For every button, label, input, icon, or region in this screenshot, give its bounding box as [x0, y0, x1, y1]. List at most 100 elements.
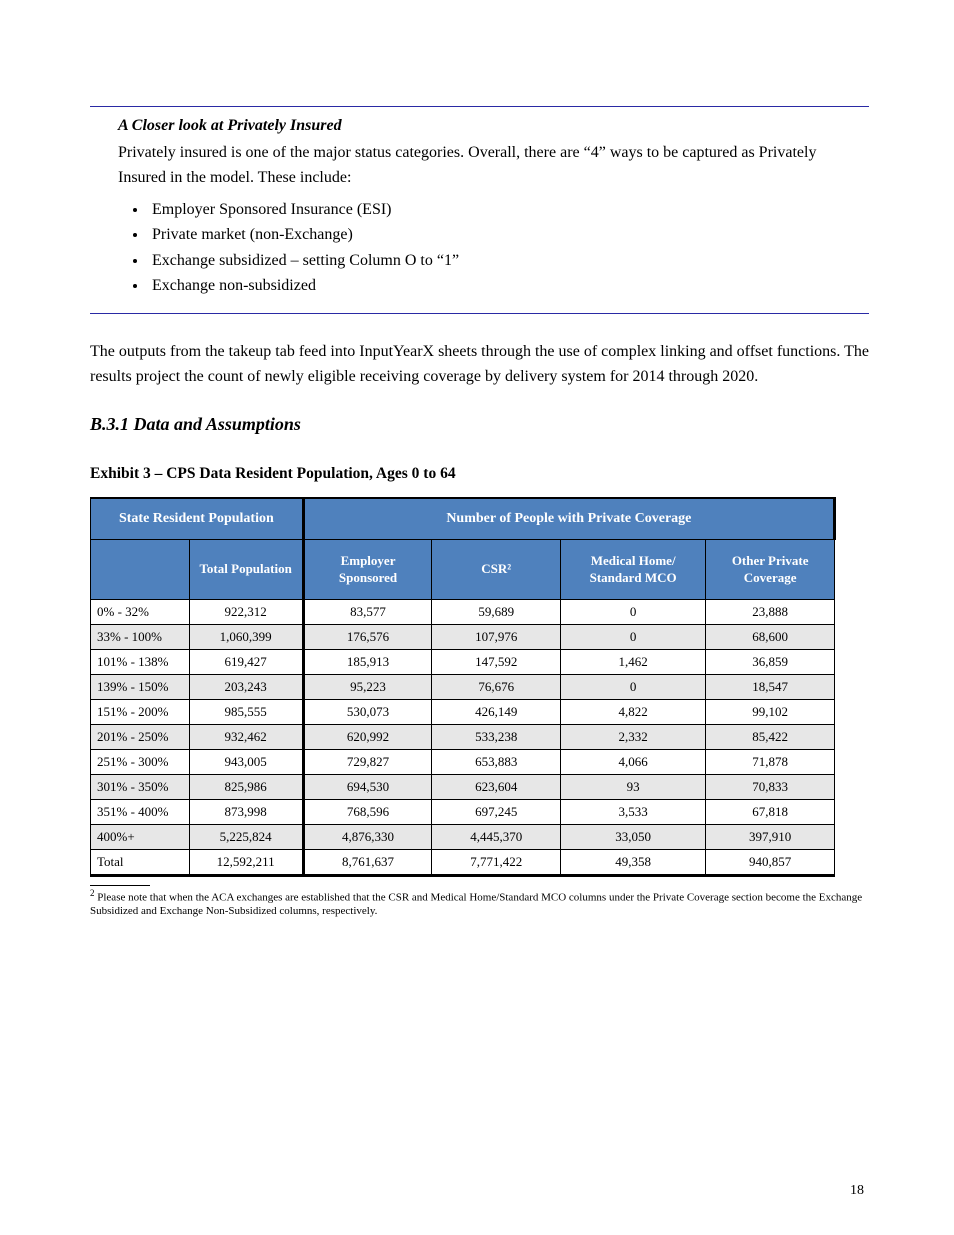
- cell: 7,771,422: [432, 850, 561, 876]
- callout-bullet: Employer Sponsored Insurance (ESI): [148, 197, 841, 223]
- row-label: 101% - 138%: [91, 650, 190, 675]
- cell: 0: [561, 675, 706, 700]
- cell: 697,245: [432, 800, 561, 825]
- table-sub-header: CSR²: [432, 540, 561, 600]
- cell: 71,878: [706, 750, 835, 775]
- cell: 49,358: [561, 850, 706, 876]
- table-row: 301% - 350%825,986694,530623,6049370,833: [91, 775, 835, 800]
- cell: 694,530: [303, 775, 432, 800]
- cell: 107,976: [432, 625, 561, 650]
- cell: 768,596: [303, 800, 432, 825]
- cell: 533,238: [432, 725, 561, 750]
- row-label: 351% - 400%: [91, 800, 190, 825]
- cell: 2,332: [561, 725, 706, 750]
- row-label: 201% - 250%: [91, 725, 190, 750]
- table-row: 151% - 200%985,555530,073426,1494,82299,…: [91, 700, 835, 725]
- callout-box: A Closer look at Privately Insured Priva…: [90, 106, 869, 314]
- cell: 93: [561, 775, 706, 800]
- cell: 36,859: [706, 650, 835, 675]
- table-row: 400%+5,225,8244,876,3304,445,37033,05039…: [91, 825, 835, 850]
- cell: 76,676: [432, 675, 561, 700]
- section-heading: B.3.1 Data and Assumptions: [90, 414, 869, 435]
- callout-bullet: Exchange non-subsidized: [148, 273, 841, 299]
- callout-body: Privately insured is one of the major st…: [118, 141, 841, 191]
- cell: 873,998: [189, 800, 303, 825]
- cell: 85,422: [706, 725, 835, 750]
- cell: 70,833: [706, 775, 835, 800]
- cell: 653,883: [432, 750, 561, 775]
- cell: 4,822: [561, 700, 706, 725]
- table-row: 33% - 100%1,060,399176,576107,976068,600: [91, 625, 835, 650]
- row-label: 33% - 100%: [91, 625, 190, 650]
- table-row: 0% - 32%922,31283,57759,689023,888: [91, 600, 835, 625]
- table-sub-header: Total Population: [189, 540, 303, 600]
- cell: 1,060,399: [189, 625, 303, 650]
- table-row: 139% - 150%203,24395,22376,676018,547: [91, 675, 835, 700]
- row-label: 151% - 200%: [91, 700, 190, 725]
- cell: 5,225,824: [189, 825, 303, 850]
- table-row: 351% - 400%873,998768,596697,2453,53367,…: [91, 800, 835, 825]
- footnote-marker: 2: [90, 888, 95, 898]
- row-label: 0% - 32%: [91, 600, 190, 625]
- cell: 176,576: [303, 625, 432, 650]
- row-label: 251% - 300%: [91, 750, 190, 775]
- table-sub-header: Medical Home/ Standard MCO: [561, 540, 706, 600]
- exhibit-heading: Exhibit 3 – CPS Data Resident Population…: [90, 465, 869, 483]
- row-label: Total: [91, 850, 190, 876]
- cell: 95,223: [303, 675, 432, 700]
- cell: 12,592,211: [189, 850, 303, 876]
- cell: 426,149: [432, 700, 561, 725]
- cell: 623,604: [432, 775, 561, 800]
- cell: 99,102: [706, 700, 835, 725]
- callout-list: Employer Sponsored Insurance (ESI) Priva…: [148, 197, 841, 299]
- callout-body-count: 4: [591, 144, 599, 161]
- callout-title: A Closer look at Privately Insured: [118, 117, 841, 135]
- table-sub-header: [91, 540, 190, 600]
- cell: 0: [561, 600, 706, 625]
- cell: 147,592: [432, 650, 561, 675]
- cell: 922,312: [189, 600, 303, 625]
- cell: 0: [561, 625, 706, 650]
- row-label: 139% - 150%: [91, 675, 190, 700]
- exhibit-table: State Resident Population Number of Peop…: [90, 497, 836, 878]
- table-sub-header: Other Private Coverage: [706, 540, 835, 600]
- row-label: 301% - 350%: [91, 775, 190, 800]
- cell: 397,910: [706, 825, 835, 850]
- cell: 4,876,330: [303, 825, 432, 850]
- cell: 530,073: [303, 700, 432, 725]
- cell: 185,913: [303, 650, 432, 675]
- cell: 4,066: [561, 750, 706, 775]
- callout-body-pre: Privately insured is one of the major st…: [118, 144, 584, 161]
- cell: 1,462: [561, 650, 706, 675]
- cell: 4,445,370: [432, 825, 561, 850]
- cell: 23,888: [706, 600, 835, 625]
- exhibit-table-body: 0% - 32%922,31283,57759,689023,88833% - …: [91, 600, 835, 876]
- cell: 203,243: [189, 675, 303, 700]
- cell: 619,427: [189, 650, 303, 675]
- cell: 943,005: [189, 750, 303, 775]
- cell: 83,577: [303, 600, 432, 625]
- callout-bullet: Private market (non-Exchange): [148, 222, 841, 248]
- table-row: 101% - 138%619,427185,913147,5921,46236,…: [91, 650, 835, 675]
- footnote-rule: [90, 885, 150, 886]
- callout-bullet: Exchange subsidized – setting Column O t…: [148, 248, 841, 274]
- cell: 18,547: [706, 675, 835, 700]
- cell: 620,992: [303, 725, 432, 750]
- cell: 59,689: [432, 600, 561, 625]
- table-sub-header: Employer Sponsored: [303, 540, 432, 600]
- cell: 729,827: [303, 750, 432, 775]
- intro-paragraph: The outputs from the takeup tab feed int…: [90, 340, 869, 390]
- cell: 67,818: [706, 800, 835, 825]
- cell: 932,462: [189, 725, 303, 750]
- cell: 8,761,637: [303, 850, 432, 876]
- cell: 33,050: [561, 825, 706, 850]
- table-row: 201% - 250%932,462620,992533,2382,33285,…: [91, 725, 835, 750]
- cell: 3,533: [561, 800, 706, 825]
- cell: 940,857: [706, 850, 835, 876]
- cell: 825,986: [189, 775, 303, 800]
- table-top-header: Number of People with Private Coverage: [303, 498, 834, 540]
- row-label: 400%+: [91, 825, 190, 850]
- footnote: 2 Please note that when the ACA exchange…: [90, 888, 869, 919]
- page-number: 18: [850, 1183, 864, 1199]
- footnote-text: Please note that when the ACA exchanges …: [90, 892, 862, 918]
